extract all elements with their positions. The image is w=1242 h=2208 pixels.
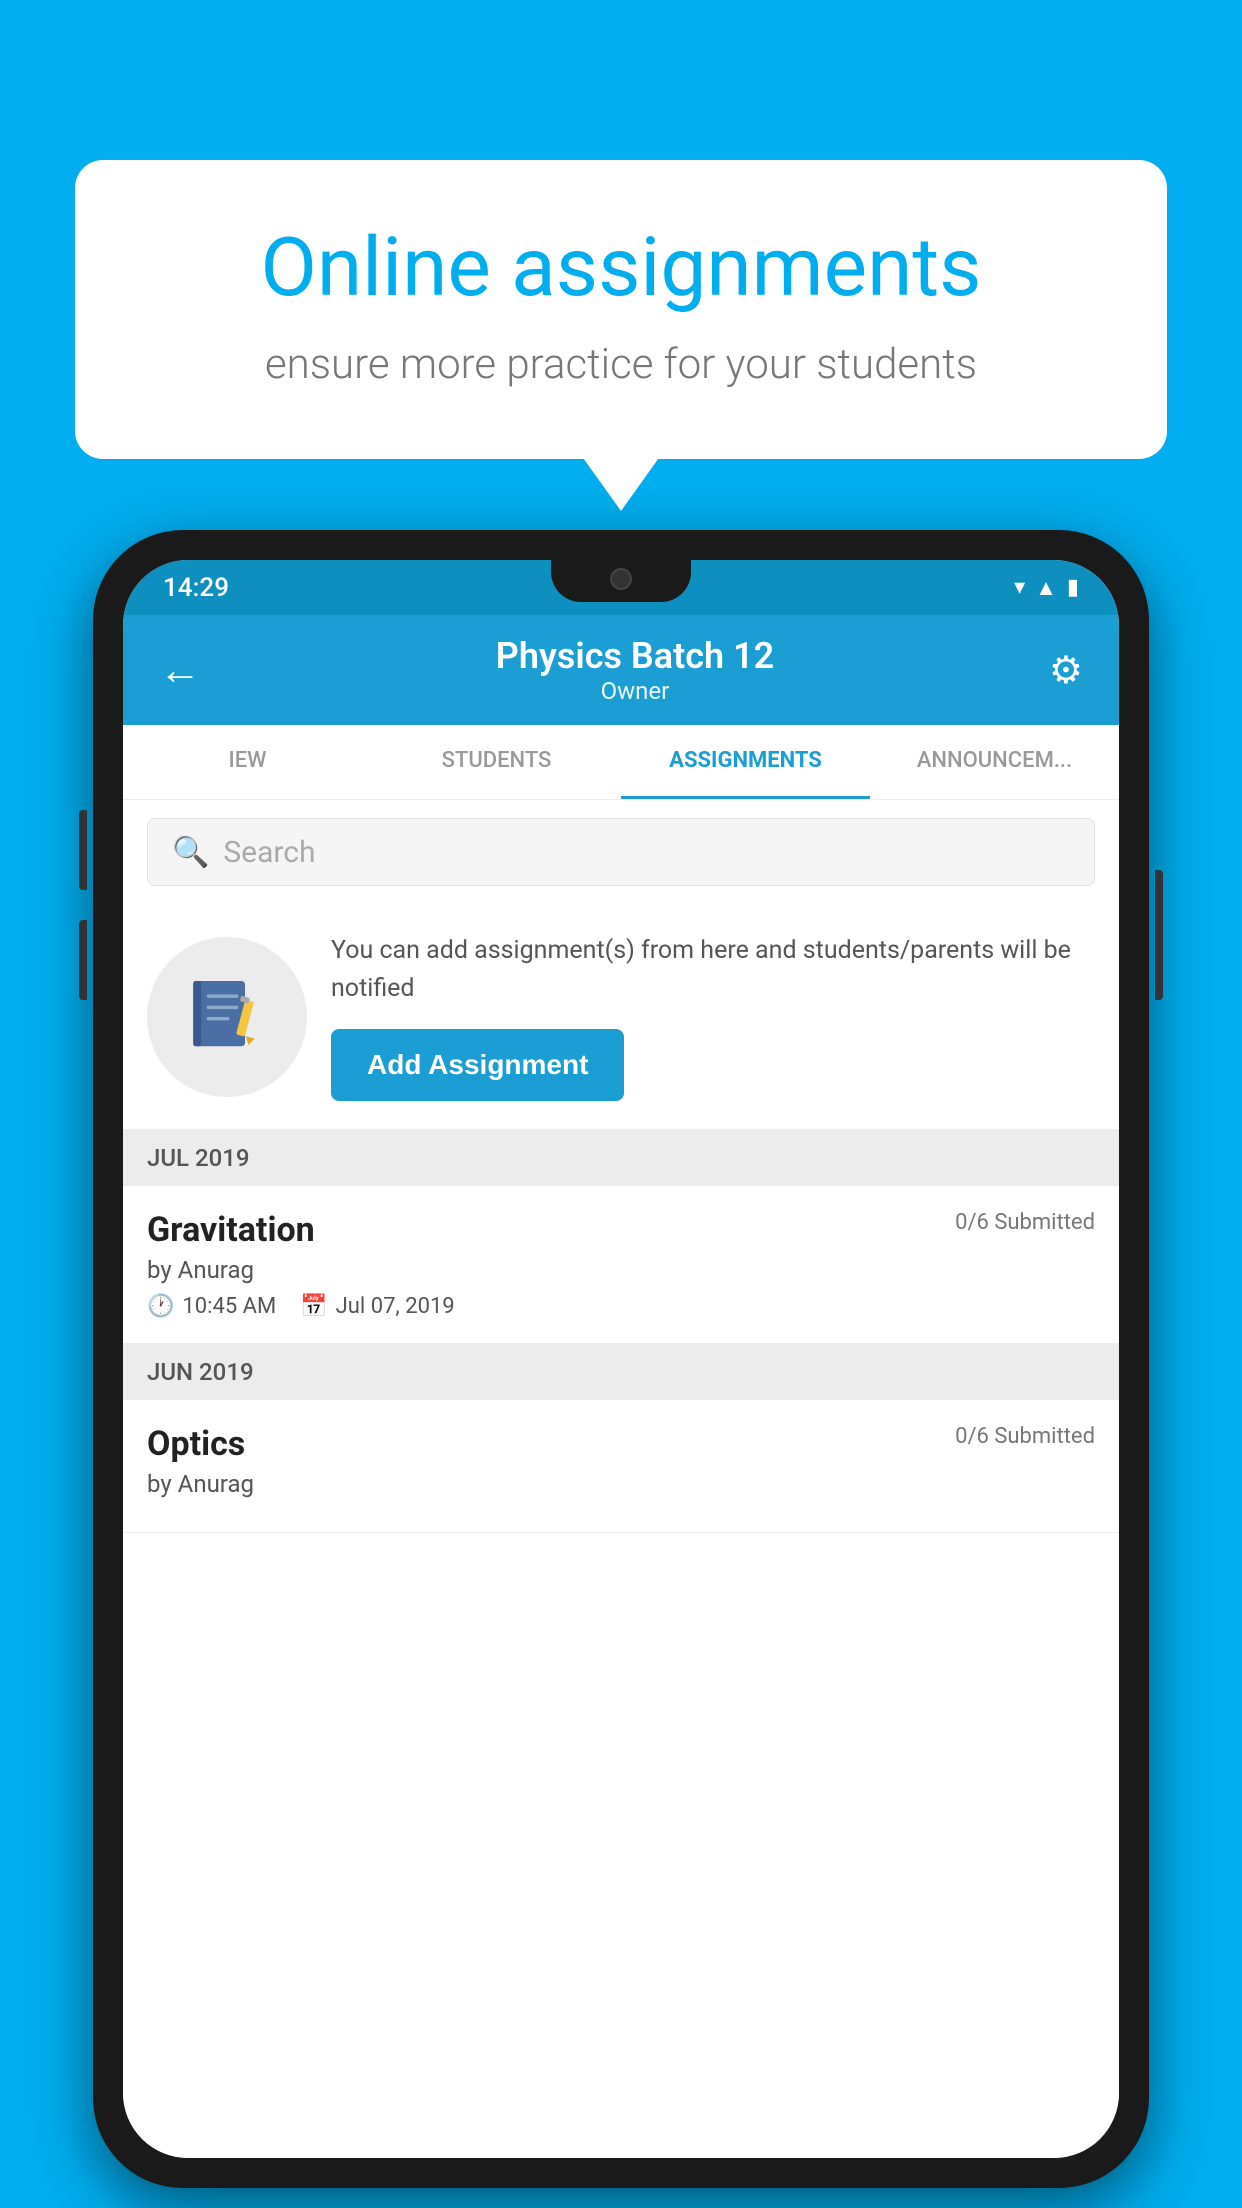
front-camera (610, 568, 632, 590)
bubble-subtitle: ensure more practice for your students (145, 340, 1097, 389)
status-icons: ▾ ▲ ▮ (1014, 575, 1079, 601)
add-assignment-button[interactable]: Add Assignment (331, 1029, 624, 1101)
header-title: Physics Batch 12 (221, 635, 1049, 677)
status-time: 14:29 (163, 573, 229, 603)
search-bar[interactable]: 🔍 Search (147, 818, 1095, 886)
back-button[interactable]: ← (159, 646, 201, 695)
assignment-by: by Anurag (147, 1256, 1095, 1284)
assignment-date: 📅 Jul 07, 2019 (300, 1294, 454, 1319)
app-header: ← Physics Batch 12 Owner ⚙ (123, 615, 1119, 725)
assignment-meta: 🕐 10:45 AM 📅 Jul 07, 2019 (147, 1294, 1095, 1319)
assignment-time: 🕐 10:45 AM (147, 1294, 276, 1319)
add-assignment-right: You can add assignment(s) from here and … (331, 932, 1095, 1101)
search-bar-wrap: 🔍 Search (123, 800, 1119, 904)
screen-content: 🔍 Search (123, 800, 1119, 2158)
header-title-block: Physics Batch 12 Owner (221, 635, 1049, 705)
notebook-icon (182, 972, 272, 1062)
volume-up-button (79, 810, 87, 890)
add-assignment-section: You can add assignment(s) from here and … (123, 904, 1119, 1130)
add-assignment-description: You can add assignment(s) from here and … (331, 932, 1095, 1007)
section-header-jul-2019: JUL 2019 (123, 1130, 1119, 1186)
phone-outer: 14:29 ▾ ▲ ▮ ← Physics Batch 12 Owner ⚙ (93, 530, 1149, 2188)
assignment-by-optics: by Anurag (147, 1470, 1095, 1498)
battery-icon: ▮ (1067, 575, 1079, 600)
power-button (1155, 870, 1163, 1000)
assignment-top-row-optics: Optics 0/6 Submitted (147, 1424, 1095, 1464)
bubble-title: Online assignments (145, 220, 1097, 316)
calendar-icon: 📅 (300, 1294, 327, 1319)
phone-screen: 14:29 ▾ ▲ ▮ ← Physics Batch 12 Owner ⚙ (123, 560, 1119, 2158)
assignment-submitted-count: 0/6 Submitted (955, 1210, 1095, 1235)
assignment-submitted-optics: 0/6 Submitted (955, 1424, 1095, 1449)
volume-down-button (79, 920, 87, 1000)
assignment-title: Gravitation (147, 1210, 315, 1250)
speech-bubble-container: Online assignments ensure more practice … (75, 160, 1167, 459)
notebook-icon-circle (147, 937, 307, 1097)
assignment-top-row: Gravitation 0/6 Submitted (147, 1210, 1095, 1250)
search-placeholder: Search (223, 835, 315, 870)
phone-notch (551, 560, 691, 602)
tab-students[interactable]: STUDENTS (372, 725, 621, 799)
speech-bubble: Online assignments ensure more practice … (75, 160, 1167, 459)
settings-button[interactable]: ⚙ (1049, 648, 1083, 693)
clock-icon: 🕐 (147, 1294, 174, 1319)
section-header-jun-2019: JUN 2019 (123, 1344, 1119, 1400)
search-icon: 🔍 (172, 835, 209, 870)
wifi-icon: ▾ (1014, 575, 1025, 600)
assignment-item-gravitation[interactable]: Gravitation 0/6 Submitted by Anurag 🕐 10… (123, 1186, 1119, 1344)
phone-mockup: 14:29 ▾ ▲ ▮ ← Physics Batch 12 Owner ⚙ (93, 530, 1149, 2188)
header-subtitle: Owner (221, 677, 1049, 705)
assignment-title-optics: Optics (147, 1424, 245, 1464)
tabs-bar: IEW STUDENTS ASSIGNMENTS ANNOUNCEM... (123, 725, 1119, 800)
tab-announcements[interactable]: ANNOUNCEM... (870, 725, 1119, 799)
tab-assignments[interactable]: ASSIGNMENTS (621, 725, 870, 799)
assignment-item-optics[interactable]: Optics 0/6 Submitted by Anurag (123, 1400, 1119, 1533)
tab-iew[interactable]: IEW (123, 725, 372, 799)
signal-icon: ▲ (1035, 575, 1057, 601)
